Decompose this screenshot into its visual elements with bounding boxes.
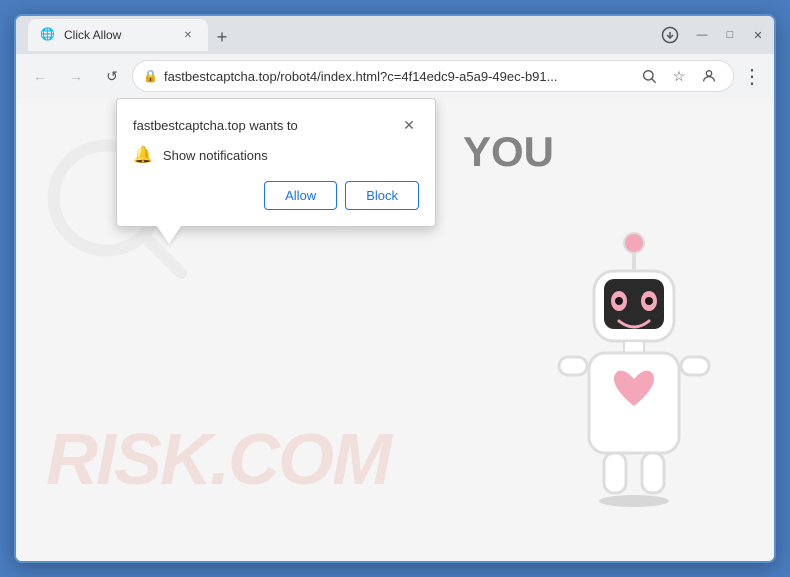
notification-popup: fastbestcaptcha.top wants to ✕ 🔔 Show no… <box>116 98 436 227</box>
notification-label: Show notifications <box>163 148 268 163</box>
allow-button[interactable]: Allow <box>264 181 337 210</box>
tab-title: Click Allow <box>64 28 172 42</box>
forward-button[interactable]: → <box>60 60 92 92</box>
download-icon[interactable] <box>654 19 686 51</box>
tab-close-button[interactable]: ✕ <box>180 27 196 43</box>
active-tab[interactable]: 🌐 Click Allow ✕ <box>28 19 208 51</box>
browser-window: 🌐 Click Allow ✕ + — □ ✕ ← → ↺ 🔒 fastbest… <box>14 14 776 563</box>
address-bar-icons: ☆ <box>635 62 723 90</box>
page-background: YOU RISK.COM <box>16 98 774 561</box>
bell-icon: 🔔 <box>133 145 153 165</box>
you-text: YOU <box>463 128 554 176</box>
robot-illustration <box>534 221 734 541</box>
popup-buttons: Allow Block <box>133 181 419 210</box>
address-bar-row: ← → ↺ 🔒 fastbestcaptcha.top/robot4/index… <box>16 54 774 98</box>
url-text: fastbestcaptcha.top/robot4/index.html?c=… <box>164 69 629 84</box>
popup-header: fastbestcaptcha.top wants to ✕ <box>133 115 419 135</box>
lock-icon: 🔒 <box>143 69 158 83</box>
popup-title: fastbestcaptcha.top wants to <box>133 118 298 133</box>
page-content: YOU RISK.COM <box>16 98 774 561</box>
address-bar[interactable]: 🔒 fastbestcaptcha.top/robot4/index.html?… <box>132 60 734 92</box>
popup-tail <box>157 226 181 244</box>
block-button[interactable]: Block <box>345 181 419 210</box>
maximize-button[interactable]: □ <box>722 27 738 43</box>
reload-button[interactable]: ↺ <box>96 60 128 92</box>
title-bar: 🌐 Click Allow ✕ + — □ ✕ <box>16 16 774 54</box>
new-tab-button[interactable]: + <box>208 23 236 51</box>
minimize-button[interactable]: — <box>694 27 710 43</box>
tab-area: 🌐 Click Allow ✕ + <box>28 19 646 51</box>
search-icon[interactable] <box>635 62 663 90</box>
window-controls: — □ ✕ <box>694 27 766 43</box>
profile-icon[interactable] <box>695 62 723 90</box>
watermark-text: RISK.COM <box>46 419 390 501</box>
back-button[interactable]: ← <box>24 60 56 92</box>
close-button[interactable]: ✕ <box>750 27 766 43</box>
popup-close-button[interactable]: ✕ <box>399 115 419 135</box>
tab-favicon: 🌐 <box>40 27 56 43</box>
popup-notification-row: 🔔 Show notifications <box>133 145 419 165</box>
menu-button[interactable]: ⋮ <box>738 62 766 90</box>
bookmark-icon[interactable]: ☆ <box>665 62 693 90</box>
